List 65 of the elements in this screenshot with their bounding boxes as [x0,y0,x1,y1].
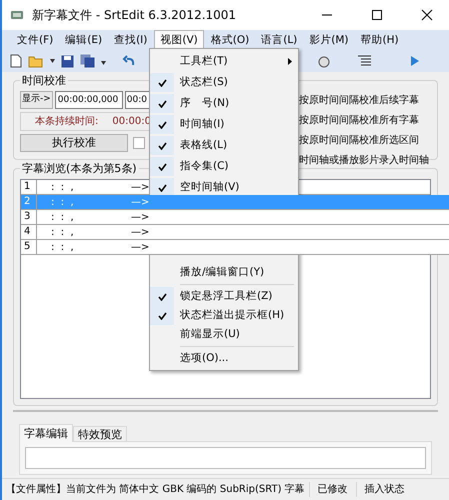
time-cell-text: : : , [51,196,75,210]
menu-item[interactable]: 格式(O) [206,30,254,50]
status-text: 插入状态 [356,482,413,497]
menu-option[interactable]: 状态栏溢出提示框(H) [150,306,298,325]
row-number: 2 [21,195,37,209]
folder-icon[interactable] [28,54,44,68]
save-all-icon[interactable] [80,54,95,68]
duration-label: 本条持续时间: [35,114,98,129]
play-icon[interactable] [411,56,419,66]
time-cell-text: : : , [51,210,75,224]
status-text: 已修改 [308,482,356,497]
subtitle-row[interactable]: 3 : : , —> [21,210,449,225]
execute-button[interactable]: 执行校准 [20,134,128,152]
menu-item[interactable]: 视图(V) [154,30,204,50]
arrow-cell-text: —> [131,226,150,240]
subtitle-text-field[interactable] [25,447,426,469]
time-cell-text: : : , [51,240,75,254]
option-label: 按原时间间隔校准所有字幕 [299,114,420,128]
window-title: 新字幕文件 - SrtEdit 6.3.2012.1001 [32,7,236,24]
checkbox[interactable] [133,137,145,149]
row-number: 1 [21,180,37,194]
arrow-cell-text: —> [131,196,150,210]
row-number: 5 [21,240,37,254]
start-time-field[interactable]: 00:00:00,000 [54,91,123,109]
list-icon[interactable] [358,55,371,67]
caret-icon[interactable] [50,59,55,63]
menu-option[interactable]: 选项(O)... [150,349,298,368]
menu-option[interactable]: 序 号(N) [150,93,298,114]
option-label: 按原时间间隔校准后续字幕 [299,94,420,108]
row-number: 4 [21,225,37,239]
arrow-cell-text: —> [131,210,150,224]
close-icon[interactable] [421,9,433,21]
undo-icon[interactable] [122,55,136,67]
menu-item[interactable]: 编辑(E) [60,30,108,50]
app-icon [10,9,24,21]
arrow-cell-text: —> [131,180,150,194]
arrow-cell-text: —> [131,240,150,254]
time-cell-text: : : , [51,226,75,240]
menu-item[interactable]: 文件(F) [12,30,58,50]
menu-item[interactable]: 查找(I) [109,30,152,50]
tab[interactable]: 特效预览 [73,426,127,442]
new-file-icon[interactable] [10,54,22,68]
menu-option[interactable]: 前端显示(U) [150,325,298,344]
menu-option[interactable]: 锁定悬浮工具栏(Z) [150,287,298,306]
option-label: 按原时间间隔校准所选区间 [299,134,420,148]
menu-option[interactable]: 时间轴(I) [150,114,298,135]
tab[interactable]: 字幕编辑 [19,424,73,442]
show-button[interactable]: 显示-> [20,91,53,109]
status-text: 【文件属性】当前文件为 简体中文 GBK 编码的 SubRip(SRT) 字幕 [5,482,306,497]
menu-option[interactable]: 播放/编辑窗口(Y) [150,263,298,282]
subtitle-row[interactable]: 4 : : , —> [21,225,449,240]
maximize-icon[interactable] [371,9,383,21]
menu-option[interactable]: 表格线(L) [150,135,298,156]
time-cell-text: : : , [51,180,75,194]
save-icon[interactable] [61,54,74,68]
menu-option[interactable]: 空时间轴(V) [150,177,298,198]
end-time-field[interactable]: 00:0 [124,91,151,109]
menu-option[interactable]: 指令集(C) [150,156,298,177]
option-label: 时间轴或播放影片录入时间轴 [299,154,429,168]
menu-option[interactable]: 状态栏(S) [150,72,298,93]
row-number: 3 [21,210,37,224]
subtitle-row[interactable]: 5 : : , —> [21,240,449,255]
menu-item[interactable]: 帮助(H) [356,30,404,50]
menu-item[interactable]: 语言(L) [256,30,302,50]
menu-item[interactable]: 影片(M) [304,30,354,50]
